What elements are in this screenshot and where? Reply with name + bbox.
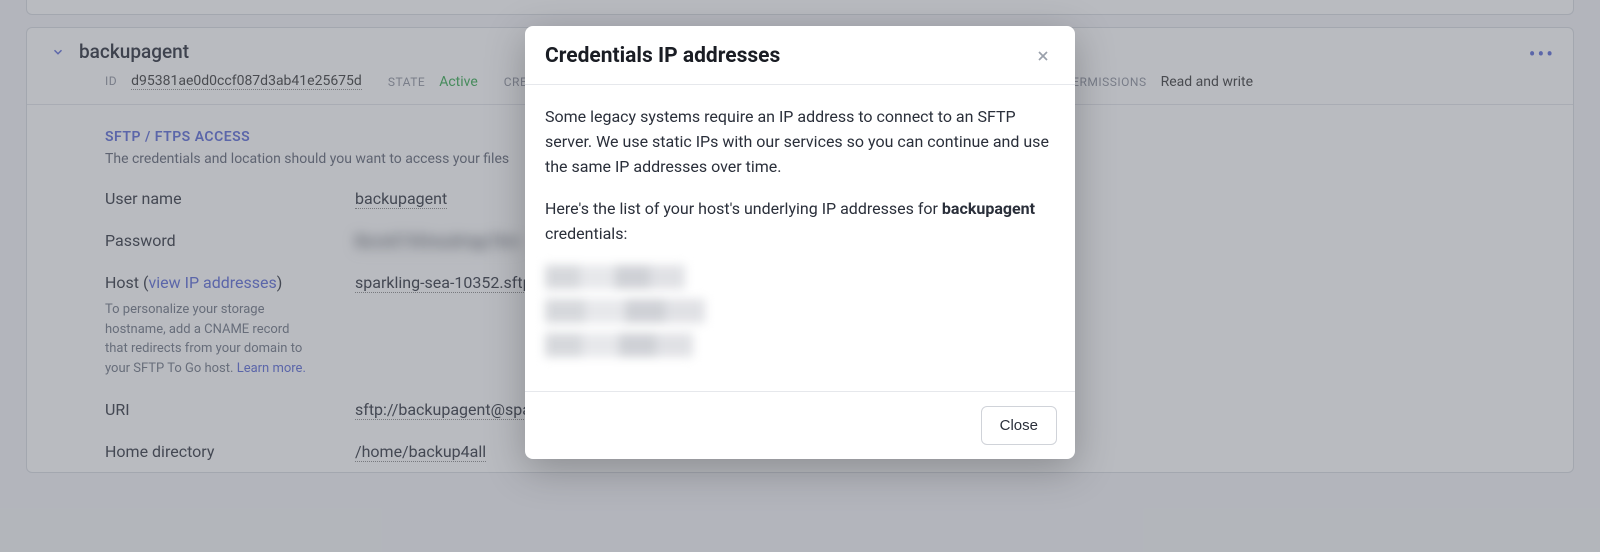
close-button[interactable]: Close [981,406,1057,445]
modal-para2-suffix: credentials: [545,224,627,243]
modal-para2: Here's the list of your host's underlyin… [545,197,1055,247]
modal-para2-prefix: Here's the list of your host's underlyin… [545,199,942,218]
close-icon[interactable] [1031,44,1055,68]
modal-para1: Some legacy systems require an IP addres… [545,105,1055,179]
ip-row [545,265,685,289]
ip-addresses-modal: Credentials IP addresses Some legacy sys… [525,26,1075,459]
modal-title: Credentials IP addresses [545,44,780,68]
modal-para2-strong: backupagent [942,199,1035,218]
ip-row [545,299,705,323]
ip-list [545,265,1055,357]
ip-row [545,333,693,357]
